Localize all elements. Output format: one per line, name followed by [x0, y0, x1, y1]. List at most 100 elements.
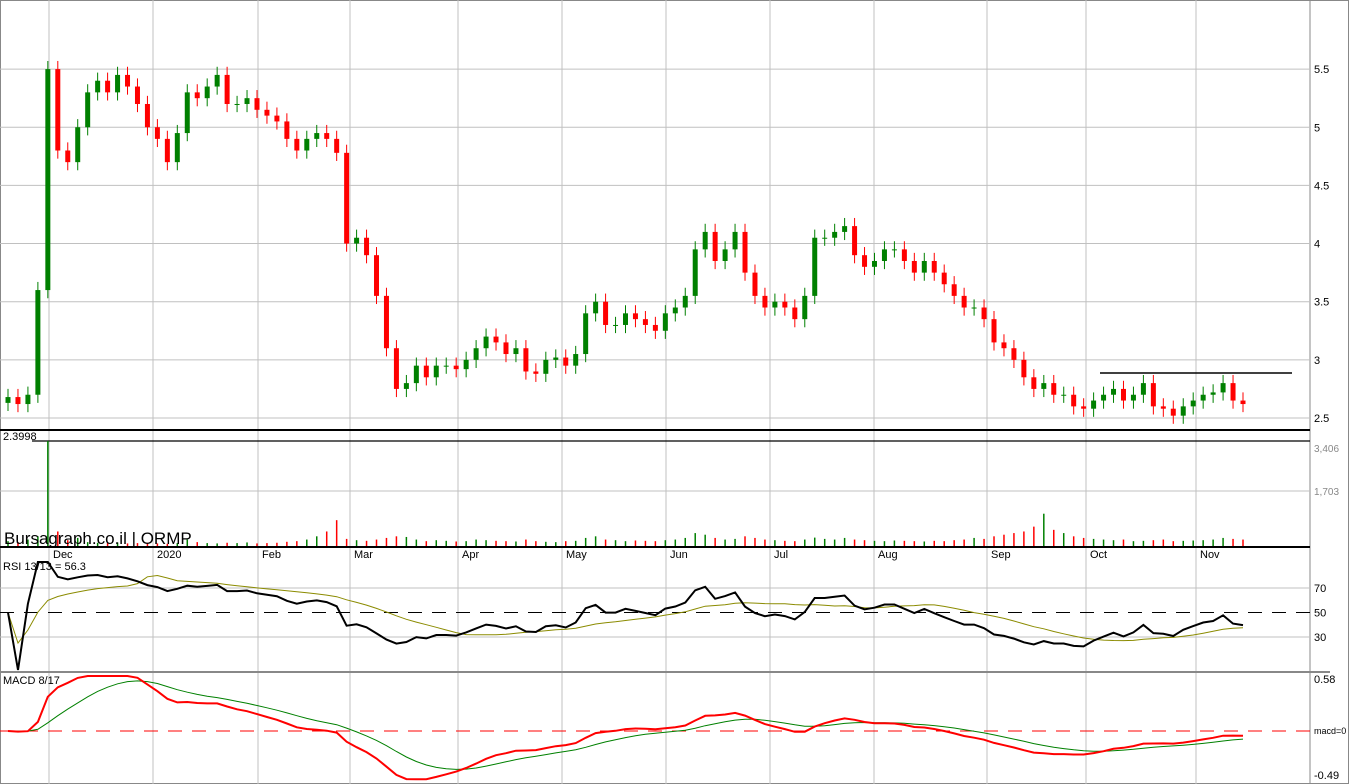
candle-up	[314, 133, 320, 139]
candle-down	[493, 336, 499, 343]
candle-up	[772, 301, 778, 308]
candle-down	[55, 69, 61, 151]
month-label: Mar	[354, 549, 373, 561]
candle-up	[174, 133, 180, 163]
rsi-tick-label: 30	[1314, 632, 1326, 644]
candle-up	[702, 231, 708, 250]
candle-up	[184, 92, 190, 134]
candle-up	[413, 365, 419, 384]
price-tick-label: 2.5	[1314, 413, 1329, 425]
candle-down	[901, 249, 907, 261]
candle-down	[374, 255, 380, 296]
candle-up	[1190, 400, 1196, 407]
candle-down	[15, 397, 21, 405]
candle-up	[214, 74, 220, 87]
candle-up	[513, 348, 519, 355]
candle-up	[672, 307, 678, 314]
candle-up	[971, 307, 977, 309]
month-label: Nov	[1200, 549, 1220, 561]
macd-signal-line	[7, 680, 1244, 770]
axis-labels: Dec 2020 Feb Mar Apr May Jun Jul Aug Sep Oct Nov 5.5…	[53, 64, 1346, 782]
month-label: Jul	[774, 549, 788, 561]
candle-down	[911, 260, 917, 273]
candle-down	[1081, 406, 1087, 409]
candle-up	[1210, 392, 1216, 395]
candle-down	[364, 237, 370, 256]
candle-down	[284, 121, 290, 139]
month-label: Apr	[462, 549, 479, 561]
candle-up	[722, 249, 728, 261]
candle-up	[483, 336, 489, 349]
candle-down	[1051, 383, 1057, 395]
macd-panel	[7, 675, 1244, 781]
candle-up	[1061, 394, 1067, 396]
candle-down	[852, 226, 858, 256]
support-label: 2.3998	[3, 431, 37, 443]
candle-up	[304, 138, 310, 151]
candle-up	[1111, 388, 1117, 395]
candle-down	[792, 307, 798, 320]
candle-down	[1230, 383, 1236, 401]
candles	[5, 60, 1246, 424]
candle-down	[1120, 388, 1126, 401]
candle-up	[115, 74, 121, 93]
candle-down	[762, 295, 768, 308]
price-tick-label: 4	[1314, 239, 1320, 251]
candle-up	[5, 397, 11, 403]
candle-down	[533, 371, 539, 374]
price-tick-label: 3.5	[1314, 297, 1329, 309]
month-label: Feb	[262, 549, 281, 561]
candle-up	[1220, 383, 1226, 393]
candle-up	[692, 249, 698, 296]
candle-down	[1071, 394, 1077, 407]
candle-up	[842, 226, 848, 232]
candle-down	[125, 74, 131, 87]
candle-down	[264, 109, 270, 116]
candle-down	[254, 98, 260, 110]
volume-tick-label: 3,406	[1314, 444, 1339, 455]
candle-up	[234, 103, 240, 105]
candle-up	[85, 92, 91, 128]
candle-up	[832, 231, 838, 238]
candle-up	[682, 295, 688, 308]
candle-up	[1200, 394, 1206, 401]
candle-up	[1041, 383, 1047, 389]
candle-up	[473, 348, 479, 360]
candle-down	[523, 348, 529, 372]
month-label: 2020	[157, 549, 181, 561]
candle-down	[1011, 348, 1017, 360]
candle-down	[742, 231, 748, 273]
rsi-tick-label: 50	[1314, 608, 1326, 620]
candle-down	[961, 295, 967, 308]
gridlines	[0, 0, 1349, 784]
candle-up	[623, 313, 628, 325]
price-tick-label: 4.5	[1314, 180, 1329, 192]
candle-up	[354, 237, 360, 244]
candle-down	[105, 80, 111, 93]
candle-up	[802, 295, 808, 320]
candle-up	[822, 237, 828, 239]
candle-down	[393, 348, 399, 389]
candle-down	[642, 319, 648, 325]
candle-up	[553, 357, 559, 360]
candle-up	[35, 290, 41, 395]
candle-down	[1150, 383, 1156, 407]
candle-up	[244, 98, 250, 104]
candle-up	[891, 249, 897, 251]
candle-down	[503, 342, 509, 355]
candle-down	[1170, 408, 1176, 416]
month-label: Aug	[878, 549, 898, 561]
candle-up	[204, 86, 210, 99]
month-label: Jun	[670, 549, 688, 561]
price-tick-label: 5	[1314, 122, 1320, 134]
candle-down	[324, 133, 330, 139]
candle-up	[1091, 400, 1097, 409]
candle-down	[1160, 406, 1166, 409]
candle-up	[871, 260, 877, 267]
candle-down	[194, 92, 200, 99]
rsi-tick-label: 70	[1314, 583, 1326, 595]
candle-down	[383, 295, 389, 349]
candle-down	[294, 138, 300, 151]
candle-down	[453, 365, 459, 370]
candle-up	[732, 231, 738, 250]
